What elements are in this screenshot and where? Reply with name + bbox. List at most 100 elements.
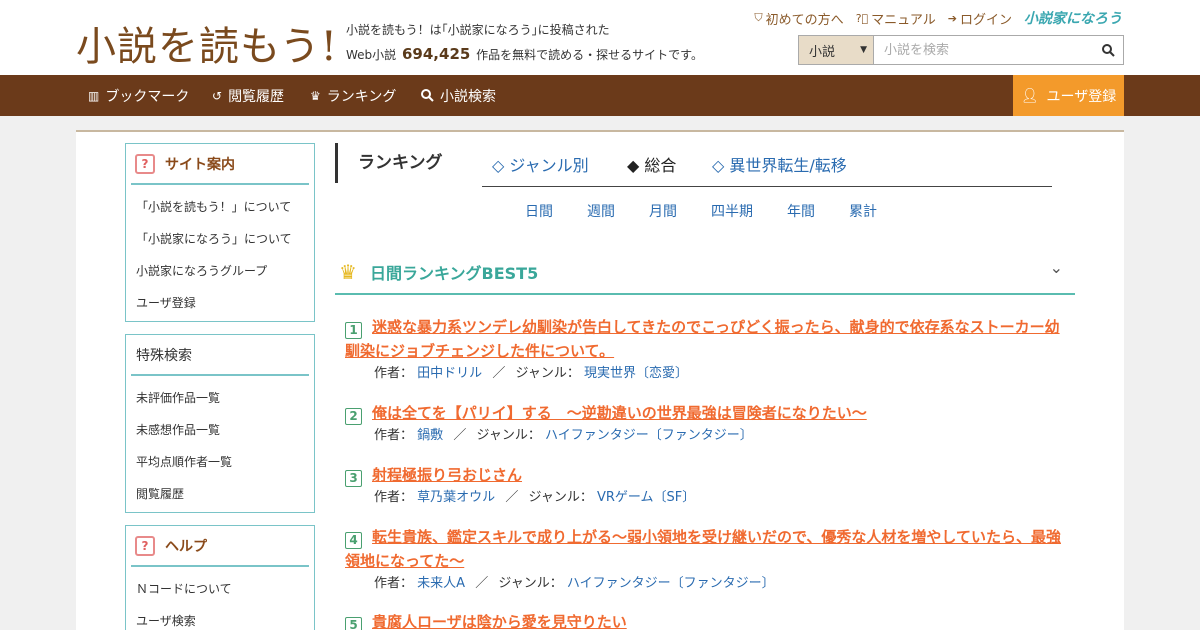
site-logo[interactable]: 小説を読もう! xyxy=(76,14,338,72)
genre-link[interactable]: ハイファンタジー〔ファンタジー〕 xyxy=(545,428,753,443)
register-button[interactable]: 👤︎ ユーザ登録 xyxy=(1013,75,1124,116)
special-search-title: 特殊検索 xyxy=(131,335,309,376)
genre-link[interactable]: 現実世界〔恋愛〕 xyxy=(584,366,688,381)
nav-history[interactable]: ↺ 閲覧履歴 xyxy=(212,75,284,116)
period-yearly[interactable]: 年間 xyxy=(787,201,815,221)
sidebar-item-about-yomou[interactable]: 「小説を読もう！」について xyxy=(126,191,314,223)
login-label: ログイン xyxy=(959,12,1012,28)
crown-icon: ♛ xyxy=(339,260,357,284)
period-weekly[interactable]: 週間 xyxy=(587,201,615,221)
author-label: 作者： xyxy=(374,490,414,505)
help-icon: ? xyxy=(135,153,155,174)
tab-divider xyxy=(482,186,1052,187)
tab-isekai[interactable]: ◇ 異世界転生/転移 xyxy=(712,152,847,176)
ranking-heading: ランキング xyxy=(335,143,443,183)
author-label: 作者： xyxy=(374,428,414,443)
sidebar-item-user-search[interactable]: ユーザ検索 xyxy=(126,605,314,630)
author-link[interactable]: 草乃葉オウル xyxy=(417,490,495,505)
nav-ranking[interactable]: ♛ ランキング xyxy=(310,75,396,116)
search-box: 小説 ▼ xyxy=(798,35,1124,65)
sidebar-special-search: 特殊検索 未評価作品一覧 未感想作品一覧 平均点順作者一覧 閲覧履歴 xyxy=(125,334,315,513)
meta-separator: ／ xyxy=(492,366,506,381)
search-type-select[interactable]: 小説 ▼ xyxy=(799,36,874,64)
search-input[interactable] xyxy=(874,36,1093,64)
novel-title-link[interactable]: 貴腐人ローザは陰から愛を見守りたい xyxy=(372,613,627,630)
site-header: 小説を読もう! 小説を読もう！は｢小説家になろう｣に投稿された Web小説 69… xyxy=(0,0,1200,75)
tagline-line1: 小説を読もう！は｢小説家になろう｣に投稿された xyxy=(346,23,610,37)
best5-title: 日間ランキングBEST5 xyxy=(370,264,539,283)
rank-badge: 3 xyxy=(345,469,362,487)
user-icon: 👤︎ xyxy=(1020,87,1039,104)
author-label: 作者： xyxy=(374,366,414,381)
sidebar-item-about-narou[interactable]: 「小説家になろう」について xyxy=(126,223,314,255)
crown-icon: ♛ xyxy=(310,88,321,103)
novel-title-link[interactable]: 転生貴族、鑑定スキルで成り上がる～弱小領地を受け継いだので、優秀な人材を増やして… xyxy=(345,528,1061,570)
login-link[interactable]: ➔ ログイン xyxy=(948,9,1012,28)
nav-bookmark[interactable]: ▥ ブックマーク xyxy=(88,75,189,116)
sidebar-item-ncode[interactable]: Ｎコードについて xyxy=(126,573,314,605)
sidebar-item-user-register[interactable]: ユーザ登録 xyxy=(126,287,314,319)
search-button[interactable] xyxy=(1093,36,1123,64)
site-tagline: 小説を読もう！は｢小説家になろう｣に投稿された Web小説 694,425 作品… xyxy=(346,18,703,67)
sidebar-item-no-reviews[interactable]: 未感想作品一覧 xyxy=(126,414,314,446)
register-label: ユーザ登録 xyxy=(1046,88,1117,105)
tagline-prefix: Web小説 xyxy=(346,48,397,62)
genre-link[interactable]: ハイファンタジー〔ファンタジー〕 xyxy=(567,576,775,591)
novel-title-link[interactable]: 迷惑な暴力系ツンデレ幼馴染が告白してきたのでこっぴどく振ったら、献身的で依存系な… xyxy=(345,318,1060,360)
rank-badge: 5 xyxy=(345,616,362,630)
sidebar-item-history[interactable]: 閲覧履歴 xyxy=(126,478,314,510)
author-link[interactable]: 未来人A xyxy=(417,576,465,591)
genre-label: ジャンル： xyxy=(476,428,541,443)
tagline-suffix: 作品を無料で読める・探せるサイトです。 xyxy=(476,48,703,62)
search-icon xyxy=(1101,43,1115,57)
novel-title-link[interactable]: 射程極振り弓おじさん xyxy=(372,466,522,484)
sidebar-help: ? ヘルプ Ｎコードについて ユーザ検索 xyxy=(125,525,315,630)
question-circle-icon: ?⃝ xyxy=(855,11,869,25)
nav-search[interactable]: 小説検索 xyxy=(421,75,496,116)
author-link[interactable]: 田中ドリル xyxy=(417,366,482,381)
login-icon: ➔ xyxy=(947,11,957,25)
tagline-line2: Web小説 694,425 作品を無料で読める・探せるサイトです。 xyxy=(346,42,703,67)
ranking-item: 3 射程極振り弓おじさん 作者： 草乃葉オウル ／ ジャンル： VRゲーム〔SF〕 xyxy=(345,463,1070,509)
special-search-title-text: 特殊検索 xyxy=(136,347,192,364)
meta-separator: ／ xyxy=(475,576,489,591)
rank-badge: 1 xyxy=(345,321,362,339)
help-icon: ? xyxy=(135,535,155,556)
beginner-label: 初めての方へ xyxy=(765,12,844,28)
shield-icon: ⛉ xyxy=(754,11,763,24)
sidebar-item-avg-score-authors[interactable]: 平均点順作者一覧 xyxy=(126,446,314,478)
genre-label: ジャンル： xyxy=(515,366,580,381)
sidebar-site-guide: ? サイト案内 「小説を読もう！」について 「小説家になろう」について 小説家に… xyxy=(125,143,315,322)
beginner-link[interactable]: ⛉ 初めての方へ xyxy=(754,9,843,28)
novel-meta: 作者： 田中ドリル ／ ジャンル： 現実世界〔恋愛〕 xyxy=(374,363,1070,385)
period-cumulative[interactable]: 累計 xyxy=(849,201,877,221)
narou-logo-link[interactable]: 小説家になろう xyxy=(1024,8,1122,28)
manual-link[interactable]: ?⃝ マニュアル xyxy=(856,9,936,28)
nav-search-label: 小説検索 xyxy=(440,88,496,105)
author-link[interactable]: 鍋敷 xyxy=(417,428,443,443)
search-icon xyxy=(421,89,434,102)
sidebar-item-narou-group[interactable]: 小説家になろうグループ xyxy=(126,255,314,287)
rank-badge: 2 xyxy=(345,407,362,425)
ranking-item: 1 迷惑な暴力系ツンデレ幼馴染が告白してきたのでこっぴどく振ったら、献身的で依存系… xyxy=(345,315,1070,385)
genre-label: ジャンル： xyxy=(528,490,593,505)
novel-meta: 作者： 鍋敷 ／ ジャンル： ハイファンタジー〔ファンタジー〕 xyxy=(374,425,1070,447)
novel-meta: 作者： 草乃葉オウル ／ ジャンル： VRゲーム〔SF〕 xyxy=(374,487,1070,509)
novel-count: 694,425 xyxy=(402,45,471,63)
help-title-text: ヘルプ xyxy=(165,538,207,555)
tab-overall[interactable]: ◆ 総合 xyxy=(627,152,676,176)
best5-header[interactable]: ♛ 日間ランキングBEST5 ⌄ xyxy=(335,252,1075,295)
manual-label: マニュアル xyxy=(871,12,936,28)
nav-history-label: 閲覧履歴 xyxy=(228,88,285,105)
novel-meta: 作者： 未来人A ／ ジャンル： ハイファンタジー〔ファンタジー〕 xyxy=(374,573,1070,595)
search-type-value: 小説 xyxy=(809,44,836,60)
tab-genre[interactable]: ◇ ジャンル別 xyxy=(492,152,589,176)
period-monthly[interactable]: 月間 xyxy=(649,201,677,221)
chevron-down-icon[interactable]: ⌄ xyxy=(1050,258,1063,277)
top-links: ⛉ 初めての方へ ?⃝ マニュアル ➔ ログイン 小説家になろう xyxy=(754,8,1122,28)
period-daily[interactable]: 日間 xyxy=(525,201,553,221)
sidebar-item-unrated[interactable]: 未評価作品一覧 xyxy=(126,382,314,414)
novel-title-link[interactable]: 俺は全てを【パリイ】する 〜逆勘違いの世界最強は冒険者になりたい〜 xyxy=(372,404,867,422)
period-quarterly[interactable]: 四半期 xyxy=(711,201,753,221)
genre-link[interactable]: VRゲーム〔SF〕 xyxy=(597,490,695,505)
